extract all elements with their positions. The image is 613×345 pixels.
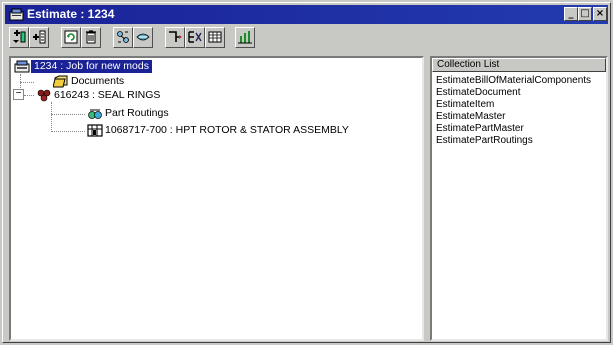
tree-node-assembly-label: 1068717-700 : HPT ROTOR & STATOR ASSEMBL… <box>105 124 349 136</box>
estimate-icon <box>14 60 30 77</box>
route-icon <box>169 31 182 42</box>
tree-connector <box>51 102 52 132</box>
tree-connector <box>20 82 34 83</box>
delete-button[interactable] <box>81 27 101 48</box>
title-bar[interactable]: Estimate : 1234 _ □ × <box>5 5 608 24</box>
estimate-tree[interactable]: 1234 : Job for new mods Documents − 6162… <box>9 56 424 341</box>
collection-list-header[interactable]: Collection List <box>432 58 606 72</box>
insert-after-icon <box>33 30 46 44</box>
app-icon <box>9 8 24 21</box>
expand-icon <box>117 31 129 43</box>
list-item[interactable]: EstimateItem <box>436 99 494 111</box>
tree-connector <box>51 131 85 132</box>
list-item[interactable]: EstimateMaster <box>436 111 505 123</box>
grid-button[interactable] <box>205 27 225 48</box>
tree-node-routings-label: Part Routings <box>105 107 169 119</box>
list-item[interactable]: EstimatePartRoutings <box>436 135 533 147</box>
route-list-icon <box>188 31 202 43</box>
collapse-button[interactable] <box>133 27 153 48</box>
list-item[interactable]: EstimateBillOfMaterialComponents <box>436 75 591 87</box>
estimate-window: Estimate : 1234 _ □ × 1234: Job for new… <box>2 2 611 343</box>
insert-before-icon <box>13 30 26 43</box>
chart-icon <box>238 31 252 44</box>
grid-icon <box>208 31 222 43</box>
chart-button[interactable] <box>235 27 255 48</box>
collection-list[interactable]: Collection List EstimateBillOfMaterialCo… <box>430 56 608 341</box>
tree-connector <box>51 114 85 115</box>
assembly-icon <box>87 124 103 141</box>
route-button[interactable] <box>165 27 185 48</box>
tree-connector <box>24 95 34 96</box>
part-icon <box>36 89 52 106</box>
refresh-button[interactable] <box>61 27 81 48</box>
collapse-node-icon: − <box>15 88 22 99</box>
tree-expander[interactable]: − <box>13 89 24 100</box>
close-icon: × <box>595 8 605 19</box>
list-item[interactable]: EstimateDocument <box>436 87 520 99</box>
maximize-button[interactable]: □ <box>578 7 592 21</box>
tree-node-documents-label: Documents <box>71 75 125 87</box>
window-title: Estimate : 1234 <box>27 7 115 21</box>
minimize-icon: _ <box>568 8 574 19</box>
toolbar <box>9 27 609 51</box>
expand-button[interactable] <box>113 27 133 48</box>
tree-node-root-label: 1234 : Job for new mods <box>31 60 152 73</box>
delete-icon <box>86 30 96 44</box>
insert-before-button[interactable] <box>9 27 29 48</box>
route-list-button[interactable] <box>185 27 205 48</box>
refresh-icon <box>64 30 78 44</box>
insert-after-button[interactable] <box>29 27 49 48</box>
tree-node-part-label: 616243 : SEAL RINGS <box>54 89 161 101</box>
minimize-button[interactable]: _ <box>564 7 578 21</box>
collapse-icon <box>136 33 150 41</box>
list-item[interactable]: EstimatePartMaster <box>436 123 524 135</box>
routing-icon <box>87 107 103 124</box>
maximize-icon: □ <box>580 8 590 19</box>
close-button[interactable]: × <box>593 7 607 21</box>
